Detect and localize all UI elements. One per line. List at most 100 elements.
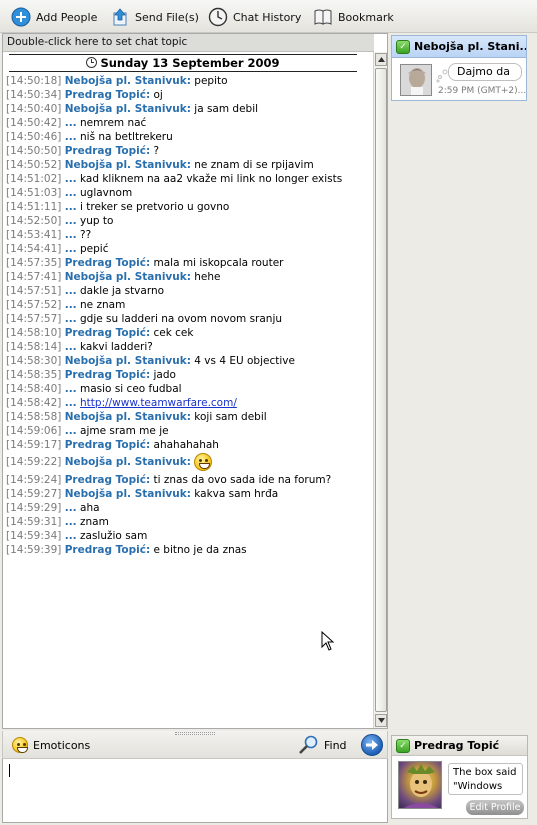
message-timestamp: [14:50:42] <box>6 117 62 129</box>
chat-history-button[interactable]: Chat History <box>207 5 301 29</box>
message-sender: Nebojša pl. Stanivuk: <box>64 456 191 468</box>
message-timestamp: [14:51:11] <box>6 201 62 213</box>
self-avatar[interactable] <box>398 761 442 809</box>
participants-panel <box>391 103 529 729</box>
chat-message: [14:58:14] ... kakvi ladderi? <box>6 340 366 354</box>
chat-transcript[interactable]: Double-click here to set chat topic Sund… <box>2 33 388 729</box>
message-timestamp: [14:50:40] <box>6 103 62 115</box>
message-text: kakva sam hrđa <box>190 488 279 500</box>
scroll-thumb[interactable] <box>375 68 387 712</box>
message-sender: ... <box>64 229 77 241</box>
message-text: 4 vs 4 EU objective <box>190 355 295 367</box>
online-status-icon: ✓ <box>396 39 410 54</box>
message-sender: Predrag Topić: <box>64 474 151 486</box>
chat-message: [14:57:52] ... ne znam <box>6 298 366 312</box>
chat-message: [14:50:34] Predrag Topić: oj <box>6 88 366 102</box>
message-sender: ... <box>64 425 77 437</box>
scroll-up-button[interactable] <box>375 53 387 66</box>
chat-message: [14:51:03] ... uglavnom <box>6 186 366 200</box>
chat-message: [14:59:34] ... zaslužio sam <box>6 529 366 543</box>
contact-card[interactable]: ✓ Nebojša pl. Stani... Dajmo da 2:59 PM … <box>391 35 527 101</box>
chat-message: [14:57:41] Nebojša pl. Stanivuk: hehe <box>6 270 366 284</box>
message-timestamp: [14:58:10] <box>6 327 62 339</box>
arrow-down-icon <box>377 718 385 723</box>
message-sender: ... <box>64 173 77 185</box>
contact-status-bubble: Dajmo da <box>448 63 522 81</box>
chat-scrollbar[interactable] <box>373 52 387 728</box>
message-timestamp: [14:50:52] <box>6 159 62 171</box>
bookmark-label: Bookmark <box>338 10 394 24</box>
chat-message: [14:58:40] ... masio si ceo fudbal <box>6 382 366 396</box>
toolbar: Add People Send File(s) Chat History Boo… <box>0 0 537 33</box>
message-sender: Nebojša pl. Stanivuk: <box>64 159 191 171</box>
message-sender: Nebojša pl. Stanivuk: <box>64 103 191 115</box>
edit-profile-button[interactable]: Edit Profile <box>466 800 524 815</box>
message-input[interactable] <box>2 759 388 823</box>
find-button[interactable]: Find <box>298 734 347 756</box>
chat-message: [14:59:24] Predrag Topić: ti znas da ovo… <box>6 473 366 487</box>
add-people-button[interactable]: Add People <box>10 5 97 29</box>
arrow-up-icon <box>377 57 385 62</box>
chat-message: [14:59:31] ... znam <box>6 515 366 529</box>
smiley-icon <box>12 737 28 753</box>
message-text: aha <box>76 502 100 514</box>
compose-toolbar: Emoticons Find <box>2 731 388 759</box>
self-status-message[interactable]: The box said "Windows XP <box>448 763 523 795</box>
message-text: ajme sram me je <box>76 425 169 437</box>
message-text: ne znam <box>76 299 126 311</box>
message-sender: ... <box>64 187 77 199</box>
chat-message: [14:58:35] Predrag Topić: jado <box>6 368 366 382</box>
message-sender: Predrag Topić: <box>64 439 151 451</box>
chat-message: [14:58:58] Nebojša pl. Stanivuk: koji sa… <box>6 410 366 424</box>
message-timestamp: [14:58:40] <box>6 383 62 395</box>
message-text: gdje su ladderi na ovom novom sranju <box>76 313 283 325</box>
bookmark-button[interactable]: Bookmark <box>312 5 394 29</box>
message-text: kad kliknem na aa2 vkaže mi link no long… <box>76 173 343 185</box>
message-text: ne znam di se rpijavim <box>190 159 314 171</box>
contact-avatar[interactable] <box>400 64 432 96</box>
send-files-label: Send File(s) <box>135 10 199 24</box>
add-people-label: Add People <box>36 10 98 24</box>
message-text: oj <box>150 89 163 101</box>
chat-message: [14:52:50] ... yup to <box>6 214 366 228</box>
message-sender: Nebojša pl. Stanivuk: <box>64 355 191 367</box>
clock-icon <box>207 6 229 28</box>
message-timestamp: [14:54:41] <box>6 243 62 255</box>
arrow-right-icon <box>366 740 378 750</box>
chat-message: [14:50:18] Nebojša pl. Stanivuk: pepito <box>6 74 366 88</box>
text-caret <box>9 764 10 777</box>
send-button[interactable] <box>361 734 383 756</box>
message-link[interactable]: http://www.teamwarfare.com/ <box>80 397 237 409</box>
message-text: hehe <box>190 271 221 283</box>
message-sender: ... <box>64 516 77 528</box>
contact-header[interactable]: ✓ Nebojša pl. Stani... <box>392 36 526 58</box>
message-text: pepito <box>190 75 228 87</box>
message-sender: Predrag Topić: <box>64 327 151 339</box>
message-timestamp: [14:59:29] <box>6 502 62 514</box>
resize-grip[interactable] <box>175 732 215 735</box>
chat-topic-bar[interactable]: Double-click here to set chat topic <box>3 34 374 52</box>
message-timestamp: [14:59:34] <box>6 530 62 542</box>
message-sender: ... <box>64 313 77 325</box>
message-sender: Predrag Topić: <box>64 544 151 556</box>
self-name: Predrag Topić <box>414 739 500 752</box>
message-text: pepić <box>76 243 109 255</box>
message-text: cek cek <box>150 327 194 339</box>
emoticons-button[interactable]: Emoticons <box>12 736 90 754</box>
clock-icon <box>86 57 98 68</box>
message-text: i treker se pretvorio u govno <box>76 201 230 213</box>
message-sender: ... <box>64 215 77 227</box>
scroll-down-button[interactable] <box>375 714 387 727</box>
message-timestamp: [14:50:18] <box>6 75 62 87</box>
chat-message: [14:51:02] ... kad kliknem na aa2 vkaže … <box>6 172 366 186</box>
message-text: uglavnom <box>76 187 133 199</box>
message-text: yup to <box>76 215 114 227</box>
mouse-cursor-icon <box>321 631 334 651</box>
send-files-button[interactable]: Send File(s) <box>109 5 199 29</box>
book-icon <box>312 6 334 28</box>
message-timestamp: [14:50:34] <box>6 89 62 101</box>
contact-name: Nebojša pl. Stani... <box>414 40 526 53</box>
message-timestamp: [14:57:51] <box>6 285 62 297</box>
message-timestamp: [14:59:17] <box>6 439 62 451</box>
message-timestamp: [14:51:03] <box>6 187 62 199</box>
